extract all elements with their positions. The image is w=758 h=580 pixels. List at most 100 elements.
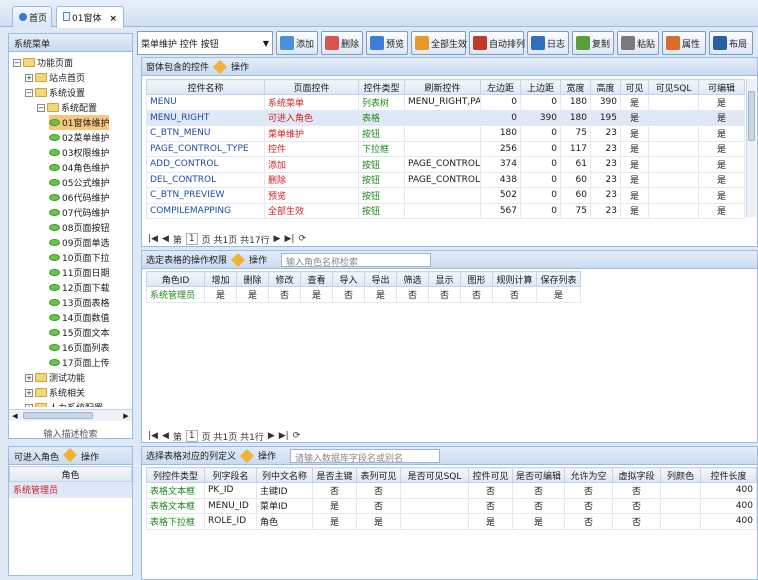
tree-node[interactable]: + 测试功能	[25, 370, 85, 385]
column-header[interactable]: 刷新控件	[404, 79, 481, 95]
prev-page-icon[interactable]: ◀	[162, 431, 169, 441]
tree-node[interactable]: 16页面列表	[49, 340, 109, 355]
tree-node[interactable]: + 系统相关	[25, 385, 85, 400]
table-row[interactable]: 表格下拉框 ROLE_ID 角色是是是是否否 400	[146, 513, 757, 530]
log-button[interactable]: 日志	[527, 31, 569, 55]
column-header[interactable]: 列控件类型	[146, 467, 205, 483]
tree-node[interactable]: 09页面单选	[49, 235, 109, 250]
column-header[interactable]: 可编辑	[698, 79, 745, 95]
scroll-thumb[interactable]	[748, 91, 755, 141]
tree-node[interactable]: 15页面文本	[49, 325, 109, 340]
tree-node[interactable]: + 站点首页	[25, 70, 85, 85]
column-header[interactable]: 角色	[9, 466, 132, 482]
column-header[interactable]: 角色ID	[146, 271, 205, 287]
table-row[interactable]: COMPILEMAPPING 全部生效 按钮 567 0 75 23 是是	[146, 202, 745, 219]
column-def-action-button[interactable]: 操作	[258, 449, 276, 462]
controls-vscrollbar[interactable]	[746, 79, 756, 217]
edit-icon[interactable]	[239, 448, 255, 463]
permission-action-button[interactable]: 操作	[249, 253, 267, 266]
tree-node[interactable]: 10页面下拉	[49, 250, 109, 265]
table-row[interactable]: ADD_CONTROL 添加 按钮 PAGE_CONTROL 374 0 61 23 是是	[146, 156, 745, 173]
table-row[interactable]: PAGE_CONTROL_TYPE 控件 下拉框 256 0 117 23 是是	[146, 140, 745, 157]
tree-node[interactable]: 08页面按钮	[49, 220, 109, 235]
tree-node[interactable]: − 功能页面	[13, 55, 73, 70]
column-header[interactable]: 控件类型	[358, 79, 405, 95]
tree-node[interactable]: 14页面数值	[49, 310, 109, 325]
tree-hscrollbar[interactable]: ◀ ▶	[9, 409, 132, 421]
tree-node[interactable]: 07代码维护	[49, 205, 109, 220]
tree-node[interactable]: − 系统配置	[37, 100, 97, 115]
column-header[interactable]: 查看	[300, 271, 333, 287]
column-header[interactable]: 保存列表	[536, 271, 581, 287]
next-page-icon[interactable]: ▶	[274, 234, 281, 244]
column-header[interactable]: 列颜色	[660, 467, 701, 483]
column-header[interactable]: 修改	[268, 271, 301, 287]
tree-node[interactable]: − 系统设置	[25, 85, 85, 100]
column-header[interactable]: 是否可见SQL	[400, 467, 469, 483]
column-header[interactable]: 列中文名称	[256, 467, 313, 483]
add-button[interactable]: 添加	[276, 31, 318, 55]
collapse-icon[interactable]: −	[13, 58, 21, 67]
close-icon[interactable]: ×	[109, 14, 117, 24]
delete-button[interactable]: 删除	[321, 31, 363, 55]
column-header[interactable]: 是否可编辑	[512, 467, 565, 483]
refresh-icon[interactable]: ⟳	[293, 431, 301, 441]
column-header[interactable]: 控件名称	[146, 79, 265, 95]
table-row[interactable]: C_BTN_MENU 菜单维护 按钮 180 0 75 23 是是	[146, 125, 745, 142]
edit-icon[interactable]	[230, 252, 246, 267]
column-header[interactable]: 可见	[620, 79, 649, 95]
page-input[interactable]: 1	[185, 233, 198, 245]
tab-home[interactable]: 首页	[12, 6, 52, 27]
table-row[interactable]: 表格文本框 PK_ID 主键ID 否否否否否否 400	[146, 482, 757, 499]
column-header[interactable]: 显示	[428, 271, 461, 287]
tab-form01[interactable]: 01窗体 ×	[56, 6, 124, 28]
column-header[interactable]: 列字段名	[204, 467, 257, 483]
column-header[interactable]: 允许为空	[564, 467, 613, 483]
last-page-icon[interactable]: ▶|	[279, 431, 289, 441]
tree-node[interactable]: 06代码维护	[49, 190, 109, 205]
tree-node[interactable]: + 人力系统配置	[25, 400, 103, 407]
copy-button[interactable]: 复制	[572, 31, 614, 55]
auto-arrange-button[interactable]: 自动排列	[469, 31, 525, 55]
table-row[interactable]: 表格文本框 MENU_ID 菜单ID 是否否否否否 400	[146, 497, 757, 514]
scroll-left-icon[interactable]: ◀	[10, 411, 20, 421]
table-row[interactable]: C_BTN_PREVIEW 预览 按钮 502 0 60 23 是是	[146, 187, 745, 204]
column-header[interactable]: 删除	[236, 271, 269, 287]
table-row[interactable]: DEL_CONTROL 删除 按钮 PAGE_CONTROL 438 0 60 23 是是	[146, 171, 745, 188]
expand-icon[interactable]: +	[25, 388, 33, 397]
preview-button[interactable]: 预览	[366, 31, 408, 55]
controls-action-button[interactable]: 操作	[231, 60, 249, 73]
column-header[interactable]: 宽度	[560, 79, 591, 95]
tree-node[interactable]: 13页面表格	[49, 295, 109, 310]
role-search-input[interactable]: 输入角色名称检索	[281, 252, 432, 268]
column-header[interactable]: 导出	[364, 271, 397, 287]
properties-button[interactable]: 属性	[662, 31, 706, 55]
expand-icon[interactable]: +	[25, 403, 33, 407]
tree-node[interactable]: 12页面下载	[49, 280, 109, 295]
first-page-icon[interactable]: |◀	[148, 431, 158, 441]
column-header[interactable]: 上边距	[520, 79, 561, 95]
edit-icon[interactable]	[62, 447, 78, 463]
column-header[interactable]: 页面控件	[264, 79, 359, 95]
scroll-thumb[interactable]	[23, 412, 93, 419]
edit-icon[interactable]	[212, 59, 228, 74]
collapse-icon[interactable]: −	[25, 88, 33, 97]
column-header[interactable]: 筛选	[396, 271, 429, 287]
table-row[interactable]: MENU_RIGHT 可进入角色 表格 0 390 180 195 是是	[146, 109, 745, 126]
tree-node[interactable]: 11页面日期	[49, 265, 109, 280]
tree-node[interactable]: 02菜单维护	[49, 130, 109, 145]
tree-node[interactable]: 04角色维护	[49, 160, 109, 175]
prev-page-icon[interactable]: ◀	[162, 234, 169, 244]
column-header[interactable]: 控件长度	[700, 467, 757, 483]
column-header[interactable]: 是否主键	[312, 467, 357, 483]
table-row[interactable]: 系统管理员是是否是否是否否否否是	[146, 286, 581, 303]
next-page-icon[interactable]: ▶	[268, 431, 275, 441]
table-row[interactable]: 系统管理员	[9, 481, 132, 498]
paste-button[interactable]: 粘贴	[617, 31, 659, 55]
layout-button[interactable]: 布局	[709, 31, 753, 55]
chevron-down-icon[interactable]: ▼	[263, 39, 269, 48]
column-header[interactable]: 图形	[460, 271, 493, 287]
last-page-icon[interactable]: ▶|	[284, 234, 294, 244]
refresh-icon[interactable]: ⟳	[298, 234, 306, 244]
page-input[interactable]: 1	[185, 430, 198, 442]
